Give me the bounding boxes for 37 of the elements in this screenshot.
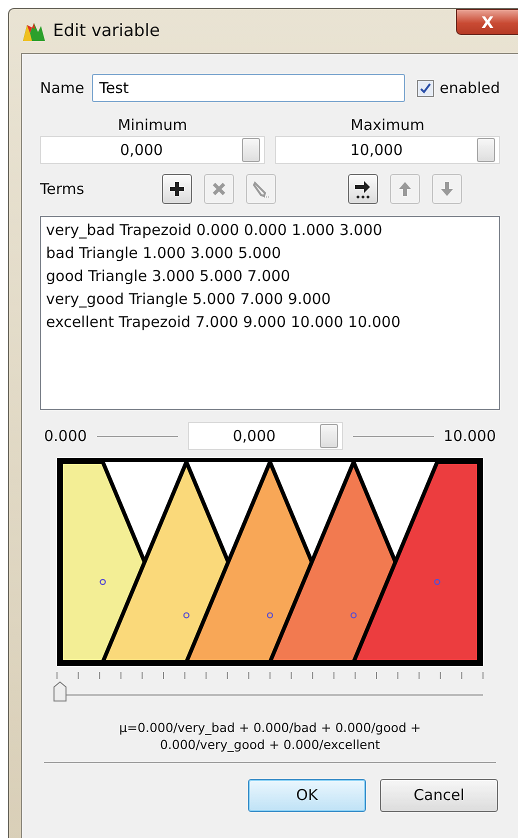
auto-button[interactable] xyxy=(348,174,378,204)
centroid-marker xyxy=(183,612,190,618)
cancel-button[interactable]: Cancel xyxy=(380,778,498,812)
maximum-label: Maximum xyxy=(350,116,424,134)
term-item[interactable]: very_good Triangle 5.000 7.000 9.000 xyxy=(46,290,494,308)
centroid-marker xyxy=(266,612,274,618)
term-item[interactable]: good Triangle 3.000 5.000 7.000 xyxy=(46,267,494,285)
up-arrow-icon xyxy=(398,181,412,197)
app-logo-icon xyxy=(23,21,45,41)
arrow-dots-icon xyxy=(353,179,373,199)
add-button[interactable] xyxy=(162,174,192,204)
ok-button[interactable]: OK xyxy=(248,778,366,812)
minimum-spinbox[interactable]: 0,000 xyxy=(40,136,265,164)
centroid-marker xyxy=(100,578,106,586)
range-max-label: 10.000 xyxy=(444,427,496,445)
minimum-label: Minimum xyxy=(118,116,188,134)
down-arrow-icon xyxy=(440,181,454,197)
term-item[interactable]: very_bad Trapezoid 0.000 0.000 1.000 3.000 xyxy=(46,221,494,239)
enabled-label: enabled xyxy=(440,79,500,97)
enabled-checkbox[interactable] xyxy=(416,80,434,96)
pencil-icon xyxy=(252,180,270,198)
plus-icon xyxy=(169,181,185,197)
terms-label: Terms xyxy=(40,180,86,198)
close-icon xyxy=(212,182,226,196)
slider-handle[interactable] xyxy=(54,681,66,702)
range-min-label: 0.000 xyxy=(44,427,87,445)
term-item[interactable]: excellent Trapezoid 7.000 9.000 10.000 10.000 xyxy=(46,313,494,331)
centroid-marker xyxy=(434,578,440,586)
name-label: Name xyxy=(40,79,84,97)
term-item[interactable]: bad Triangle 1.000 3.000 5.000 xyxy=(46,244,494,262)
name-field[interactable]: Test xyxy=(92,74,405,102)
centroid-marker xyxy=(350,612,357,618)
window-title: Edit variable xyxy=(53,21,161,41)
value-spinbox[interactable]: 0,000 xyxy=(188,422,343,450)
maximum-spinbox[interactable]: 10,000 xyxy=(275,136,500,164)
membership-formula: μ=0.000/very_bad + 0.000/bad + 0.000/good + 0.000/very_good + 0.000/excellent xyxy=(118,720,422,754)
close-button[interactable]: X xyxy=(456,9,518,35)
